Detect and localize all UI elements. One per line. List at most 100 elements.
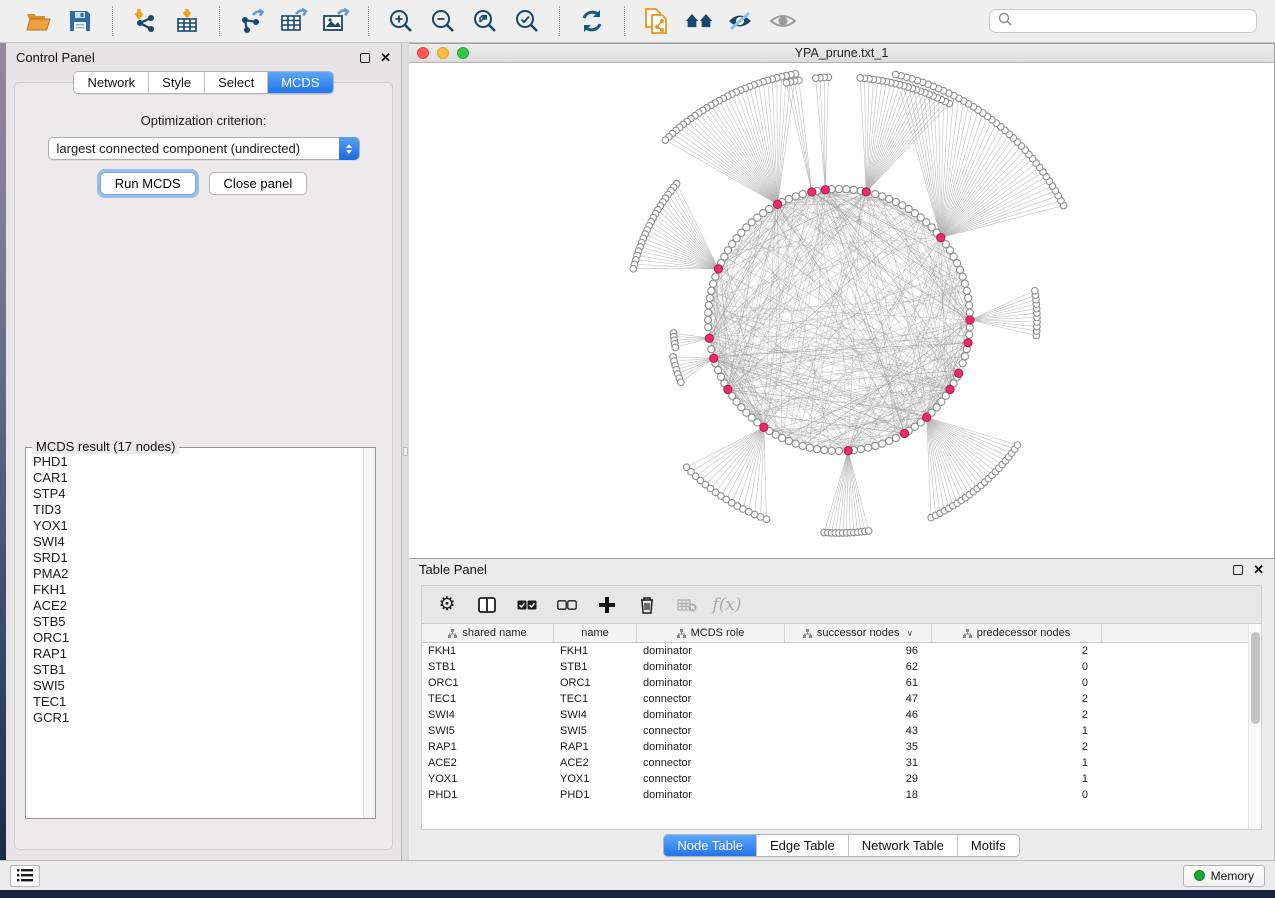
tab-style[interactable]: Style <box>149 72 205 93</box>
table-cell[interactable]: 0 <box>932 677 1102 689</box>
mcds-result-item[interactable]: RAP1 <box>33 646 363 662</box>
network-node[interactable] <box>783 79 790 86</box>
network-hub-node[interactable] <box>773 200 781 208</box>
network-node[interactable] <box>865 444 872 451</box>
float-table-panel-icon[interactable] <box>1233 565 1243 575</box>
table-cell[interactable]: 2 <box>932 645 1102 657</box>
table-row[interactable]: SWI4SWI4dominator462 <box>422 707 1248 723</box>
table-cell[interactable]: connector <box>637 725 785 737</box>
network-node[interactable] <box>812 75 819 82</box>
network-node[interactable] <box>942 241 949 248</box>
table-cell[interactable]: 2 <box>932 693 1102 705</box>
network-hub-node[interactable] <box>808 188 816 196</box>
network-hub-node[interactable] <box>900 429 908 437</box>
zoom-in-icon[interactable] <box>387 7 415 35</box>
table-row[interactable]: ACE2ACE2connector311 <box>422 755 1248 771</box>
table-row[interactable]: RAP1RAP1dominator352 <box>422 739 1248 755</box>
panel-splitter[interactable] <box>402 43 409 860</box>
table-cell[interactable]: connector <box>637 757 785 769</box>
network-hub-node[interactable] <box>724 385 732 393</box>
table-cell[interactable]: STB1 <box>422 661 554 673</box>
table-cell[interactable]: 35 <box>785 741 932 753</box>
save-session-icon[interactable] <box>66 7 94 35</box>
deselect-all-icon[interactable] <box>556 594 578 616</box>
table-row[interactable]: SWI5SWI5connector431 <box>422 723 1248 739</box>
network-node[interactable] <box>835 447 842 454</box>
tab-network-table[interactable]: Network Table <box>849 835 958 856</box>
table-cell[interactable]: PHD1 <box>422 789 554 801</box>
network-hub-node[interactable] <box>946 385 954 393</box>
network-node[interactable] <box>963 287 970 294</box>
network-node[interactable] <box>835 185 842 192</box>
mcds-result-item[interactable]: GCR1 <box>33 710 363 726</box>
mcds-result-list[interactable]: PHD1CAR1STP4TID3YOX1SWI4SRD1PMA2FKH1ACE2… <box>26 448 363 818</box>
table-cell[interactable]: SWI5 <box>554 725 637 737</box>
network-node[interactable] <box>879 193 886 200</box>
select-all-icon[interactable] <box>516 594 538 616</box>
mcds-result-item[interactable]: TEC1 <box>33 694 363 710</box>
table-cell[interactable]: ORC1 <box>554 677 637 689</box>
table-cell[interactable]: 0 <box>932 661 1102 673</box>
network-node[interactable] <box>966 324 973 331</box>
network-node[interactable] <box>792 440 799 447</box>
table-cell[interactable]: 62 <box>785 661 932 673</box>
add-column-icon[interactable] <box>596 594 618 616</box>
network-canvas[interactable] <box>409 63 1274 558</box>
network-hub-node[interactable] <box>705 334 713 342</box>
network-node[interactable] <box>799 191 806 198</box>
table-row[interactable]: ORC1ORC1dominator610 <box>422 675 1248 691</box>
network-titlebar[interactable]: YPA_prune.txt_1 <box>409 44 1274 63</box>
mcds-result-item[interactable]: SWI5 <box>33 678 363 694</box>
network-node[interactable] <box>886 195 893 202</box>
mcds-result-item[interactable]: SRD1 <box>33 550 363 566</box>
table-cell[interactable]: 61 <box>785 677 932 689</box>
gear-icon[interactable]: ⚙ <box>436 594 458 616</box>
split-view-icon[interactable] <box>476 594 498 616</box>
mcds-result-item[interactable]: PHD1 <box>33 454 363 470</box>
table-cell[interactable]: 1 <box>932 757 1102 769</box>
close-panel-button[interactable]: Close panel <box>209 172 308 195</box>
table-cell[interactable]: SWI5 <box>422 725 554 737</box>
first-neighbors-icon[interactable] <box>685 7 713 35</box>
mcds-result-item[interactable]: YOX1 <box>33 518 363 534</box>
table-cell[interactable]: dominator <box>637 741 785 753</box>
table-row[interactable]: YOX1YOX1connector291 <box>422 771 1248 787</box>
network-node[interactable] <box>966 302 973 309</box>
mcds-result-item[interactable]: ACE2 <box>33 598 363 614</box>
table-scrollbar-thumb[interactable] <box>1251 632 1260 724</box>
import-table-icon[interactable] <box>173 7 201 35</box>
table-cell[interactable]: FKH1 <box>422 645 554 657</box>
column-header-MCDS-role[interactable]: MCDS role <box>637 624 785 642</box>
network-node[interactable] <box>785 437 792 444</box>
network-node[interactable] <box>1014 442 1021 449</box>
export-network-icon[interactable] <box>238 7 266 35</box>
network-hub-node[interactable] <box>964 339 972 347</box>
network-node[interactable] <box>708 346 715 353</box>
column-header-shared-name[interactable]: shared name <box>422 624 554 642</box>
network-node[interactable] <box>754 419 761 426</box>
zoom-fit-icon[interactable] <box>471 7 499 35</box>
network-hub-node[interactable] <box>862 188 870 196</box>
table-cell[interactable]: RAP1 <box>422 741 554 753</box>
table-cell[interactable]: STB1 <box>554 661 637 673</box>
mcds-result-item[interactable]: STB5 <box>33 614 363 630</box>
mcds-result-item[interactable]: CAR1 <box>33 470 363 486</box>
table-cell[interactable]: 2 <box>932 741 1102 753</box>
network-node[interactable] <box>872 442 879 449</box>
network-node[interactable] <box>892 198 899 205</box>
zoom-selected-icon[interactable] <box>513 7 541 35</box>
network-node[interactable] <box>961 353 968 360</box>
table-cell[interactable]: TEC1 <box>554 693 637 705</box>
run-mcds-button[interactable]: Run MCDS <box>100 172 196 195</box>
network-node[interactable] <box>678 379 685 386</box>
hide-selected-icon[interactable] <box>727 7 755 35</box>
table-cell[interactable]: 29 <box>785 773 932 785</box>
table-cell[interactable]: PHD1 <box>554 789 637 801</box>
network-node[interactable] <box>712 273 719 280</box>
float-panel-icon[interactable] <box>360 53 370 63</box>
network-hub-node[interactable] <box>844 447 852 455</box>
table-cell[interactable]: YOX1 <box>554 773 637 785</box>
network-node[interactable] <box>710 280 717 287</box>
table-cell[interactable]: 47 <box>785 693 932 705</box>
mcds-result-item[interactable]: STB1 <box>33 662 363 678</box>
